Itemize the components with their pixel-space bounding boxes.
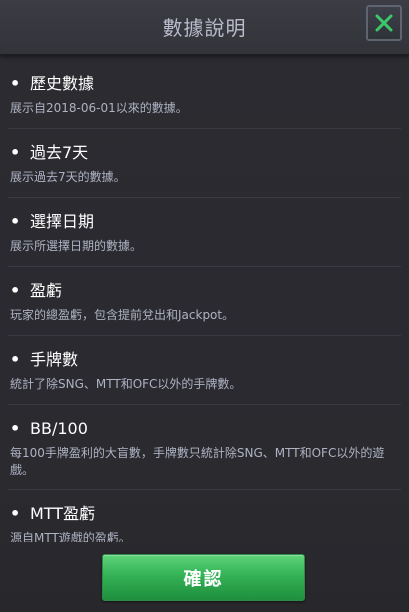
list-item-history: • 歷史數據 展示自2018-06-01以來的數據。 [8, 60, 401, 129]
explanation-list[interactable]: • 歷史數據 展示自2018-06-01以來的數據。 • 過去7天 展示過去7天的數… [0, 60, 409, 542]
item-description: 源自MTT遊戲的盈虧。 [10, 531, 131, 542]
list-item-select-date: • 選擇日期 展示所選擇日期的數據。 [8, 198, 401, 267]
data-explanation-dialog: 數據說明 • 歷史數據 展示自2018-06-01以來的數據。 • 過去7天 展示過… [0, 0, 409, 612]
bullet: • [10, 143, 21, 162]
dialog-title: 數據說明 [162, 16, 247, 40]
item-description: 展示所選擇日期的數據。 [10, 239, 143, 253]
item-title: BB/100 [30, 419, 88, 438]
list-item-hands: • 手牌數 統計了除SNG、MTT和OFC以外的手牌數。 [8, 336, 401, 405]
item-title: 手牌數 [30, 350, 79, 369]
bullet: • [10, 350, 21, 369]
close-button[interactable] [366, 5, 402, 41]
list-item-mtt-profit-loss: • MTT盈虧 源自MTT遊戲的盈虧。 [8, 490, 401, 542]
item-title: 選擇日期 [30, 212, 95, 231]
bullet: • [10, 212, 21, 231]
bullet: • [10, 74, 21, 93]
list-item-bb-100: • BB/100 每100手牌盈利的大盲數，手牌數只統計除SNG、MTT和OFC以… [8, 405, 401, 490]
bullet: • [10, 419, 21, 438]
item-description: 玩家的總盈虧，包含提前兌出和Jackpot。 [10, 308, 235, 322]
bullet: • [10, 504, 21, 523]
confirm-button[interactable]: 確認 [102, 554, 305, 601]
item-description: 展示自2018-06-01以來的數據。 [10, 101, 188, 115]
list-item-past-7-days: • 過去7天 展示過去7天的數據。 [8, 129, 401, 198]
item-description: 每100手牌盈利的大盲數，手牌數只統計除SNG、MTT和OFC以外的遊戲。 [10, 446, 385, 477]
item-title: MTT盈虧 [30, 504, 96, 523]
item-title: 歷史數據 [30, 74, 95, 93]
item-description: 展示過去7天的數據。 [10, 170, 126, 184]
item-description: 統計了除SNG、MTT和OFC以外的手牌數。 [10, 377, 242, 391]
close-icon [375, 14, 393, 32]
item-title: 盈虧 [30, 281, 63, 300]
item-title: 過去7天 [30, 143, 89, 162]
bullet: • [10, 281, 21, 300]
list-item-profit-loss: • 盈虧 玩家的總盈虧，包含提前兌出和Jackpot。 [8, 267, 401, 336]
dialog-header: 數據說明 [0, 0, 409, 55]
dialog-footer: 確認 [0, 542, 409, 612]
